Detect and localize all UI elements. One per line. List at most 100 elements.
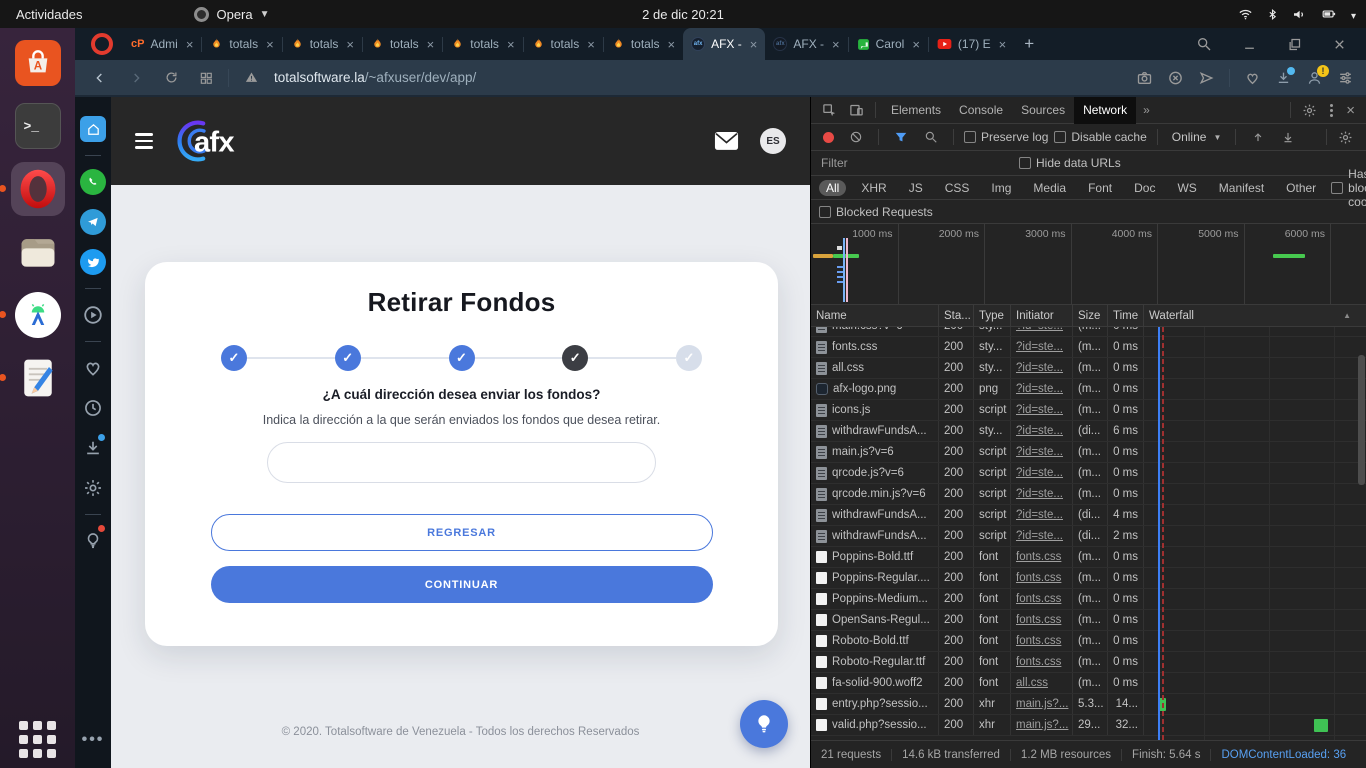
network-request-row[interactable]: Poppins-Bold.ttf200fontfonts.css(m...0 m…	[811, 547, 1366, 568]
dock-item-gedit[interactable]	[11, 351, 65, 405]
wizard-step-2-done[interactable]: ✓	[335, 345, 361, 371]
initiator-link[interactable]: fonts.css	[1016, 593, 1061, 605]
type-filter-manifest[interactable]: Manifest	[1212, 180, 1271, 196]
initiator-link[interactable]: ?id=ste...	[1016, 425, 1063, 437]
initiator-link[interactable]: ?id=ste...	[1016, 509, 1063, 521]
hamburger-menu-icon[interactable]	[135, 133, 153, 149]
sidebar-history-clock-icon[interactable]	[75, 388, 111, 428]
network-request-row[interactable]: Roboto-Regular.ttf200fontfonts.css(m...0…	[811, 652, 1366, 673]
browser-tab[interactable]: totals×	[604, 28, 683, 60]
column-header-sta[interactable]: Sta...	[939, 305, 974, 326]
tab-close-icon[interactable]: ×	[830, 37, 840, 52]
hide-data-urls-checkbox[interactable]: Hide data URLs	[1019, 156, 1121, 170]
back-button[interactable]: REGRESAR	[211, 514, 713, 551]
help-fab-button[interactable]	[740, 700, 788, 748]
network-request-row[interactable]: valid.php?sessio...200xhrmain.js?...29..…	[811, 715, 1366, 736]
site-warning-icon[interactable]	[239, 70, 264, 85]
tab-close-icon[interactable]: ×	[585, 37, 595, 52]
initiator-link[interactable]: main.js?...	[1016, 719, 1068, 731]
network-request-row[interactable]: qrcode.min.js?v=6200script?id=ste...(m..…	[811, 484, 1366, 505]
network-request-row[interactable]: Poppins-Regular....200fontfonts.css(m...…	[811, 568, 1366, 589]
bluetooth-icon[interactable]	[1266, 7, 1279, 22]
sidebar-speed-dial-icon[interactable]	[75, 109, 111, 149]
type-filter-ws[interactable]: WS	[1170, 180, 1203, 196]
easy-setup-icon[interactable]	[1337, 70, 1354, 86]
search-icon[interactable]	[919, 130, 943, 144]
devtools-settings-gear-icon[interactable]	[1297, 103, 1322, 118]
devtools-close-icon[interactable]: ×	[1341, 102, 1360, 119]
dock-item-opera[interactable]	[11, 162, 65, 216]
network-request-row[interactable]: withdrawFundsA...200script?id=ste...(di.…	[811, 526, 1366, 547]
initiator-link[interactable]: ?id=ste...	[1016, 327, 1063, 332]
browser-tab[interactable]: Carol×	[849, 28, 928, 60]
profile-icon[interactable]: !	[1306, 70, 1323, 86]
filter-funnel-icon[interactable]	[889, 130, 913, 144]
tab-close-icon[interactable]: ×	[264, 37, 274, 52]
network-request-row[interactable]: withdrawFundsA...200sty...?id=ste...(di.…	[811, 421, 1366, 442]
minimize-icon[interactable]	[1237, 37, 1262, 52]
initiator-link[interactable]: all.css	[1016, 677, 1048, 689]
sidebar-more-dots-icon[interactable]: •••	[75, 720, 111, 760]
import-har-icon[interactable]	[1246, 130, 1270, 144]
tab-close-icon[interactable]: ×	[505, 37, 515, 52]
network-request-row[interactable]: Roboto-Bold.ttf200fontfonts.css(m...0 ms	[811, 631, 1366, 652]
browser-tab-active[interactable]: afxAFX -×	[683, 28, 765, 60]
battery-icon[interactable]	[1319, 7, 1339, 21]
url-field[interactable]: totalsoftware.la/~afxuser/dev/app/	[274, 70, 1126, 85]
wizard-step-5-pending[interactable]: ✓	[676, 345, 702, 371]
wizard-step-1-done[interactable]: ✓	[221, 345, 247, 371]
camera-icon[interactable]	[1136, 70, 1153, 86]
column-header-waterfall[interactable]: Waterfall▲	[1144, 305, 1366, 326]
caret-down-icon[interactable]: ▾	[1351, 7, 1356, 22]
throttling-dropdown[interactable]: Online▼	[1168, 130, 1226, 144]
opera-menu-button[interactable]	[91, 33, 113, 55]
tab-close-icon[interactable]: ×	[184, 37, 194, 52]
dock-item-ubuntu-software[interactable]: A	[11, 36, 65, 90]
preserve-log-checkbox[interactable]: Preserve log	[964, 130, 1048, 144]
initiator-link[interactable]: main.js?...	[1016, 698, 1068, 710]
app-menu[interactable]: Opera ▼	[194, 7, 269, 22]
network-request-row[interactable]: withdrawFundsA...200script?id=ste...(di.…	[811, 505, 1366, 526]
heart-icon[interactable]	[1244, 70, 1261, 86]
initiator-link[interactable]: fonts.css	[1016, 635, 1061, 647]
devtools-tab-console[interactable]: Console	[950, 97, 1012, 124]
search-icon[interactable]	[1191, 36, 1217, 52]
network-settings-gear-icon[interactable]	[1333, 130, 1358, 145]
continue-button[interactable]: CONTINUAR	[211, 566, 713, 603]
network-overview-timeline[interactable]: 1000 ms2000 ms3000 ms4000 ms5000 ms6000 …	[811, 224, 1366, 305]
forward-icon[interactable]	[123, 70, 149, 86]
tab-close-icon[interactable]: ×	[344, 37, 354, 52]
devtools-tab-sources[interactable]: Sources	[1012, 97, 1074, 124]
network-request-row[interactable]: fa-solid-900.woff2200fontall.css(m...0 m…	[811, 673, 1366, 694]
language-badge[interactable]: ES	[760, 128, 786, 154]
initiator-link[interactable]: ?id=ste...	[1016, 404, 1063, 416]
network-request-row[interactable]: qrcode.js?v=6200script?id=ste...(m...0 m…	[811, 463, 1366, 484]
browser-tab[interactable]: afxAFX -×	[765, 28, 847, 60]
ad-blocker-icon[interactable]	[1167, 70, 1184, 86]
browser-tab[interactable]: (17) E×	[929, 28, 1014, 60]
volume-icon[interactable]	[1291, 7, 1307, 22]
sidebar-downloads-icon[interactable]	[75, 428, 111, 468]
sidebar-player-icon[interactable]	[75, 295, 111, 335]
devtools-menu-kebab-icon[interactable]	[1324, 104, 1339, 117]
network-request-row[interactable]: Poppins-Medium...200fontfonts.css(m...0 …	[811, 589, 1366, 610]
speed-dial-icon[interactable]	[194, 71, 218, 85]
column-header-size[interactable]: Size	[1073, 305, 1108, 326]
tab-close-icon[interactable]: ×	[910, 37, 920, 52]
back-icon[interactable]	[87, 70, 113, 86]
network-request-row[interactable]: all.css200sty...?id=ste...(m...0 ms	[811, 358, 1366, 379]
initiator-link[interactable]: fonts.css	[1016, 614, 1061, 626]
initiator-link[interactable]: ?id=ste...	[1016, 362, 1063, 374]
column-header-name[interactable]: Name	[811, 305, 939, 326]
initiator-link[interactable]: fonts.css	[1016, 572, 1061, 584]
show-applications-button[interactable]	[19, 721, 56, 758]
devtools-tab-network[interactable]: Network	[1074, 97, 1136, 124]
disable-cache-checkbox[interactable]: Disable cache	[1054, 130, 1146, 144]
browser-tab[interactable]: totals×	[363, 28, 442, 60]
new-tab-button[interactable]: +	[1014, 34, 1044, 54]
export-har-icon[interactable]	[1276, 130, 1300, 144]
tab-close-icon[interactable]: ×	[425, 37, 435, 52]
network-request-row[interactable]: entry.php?sessio...200xhrmain.js?...5.3.…	[811, 694, 1366, 715]
devtools-tab-elements[interactable]: Elements	[882, 97, 950, 124]
type-filter-media[interactable]: Media	[1026, 180, 1073, 196]
